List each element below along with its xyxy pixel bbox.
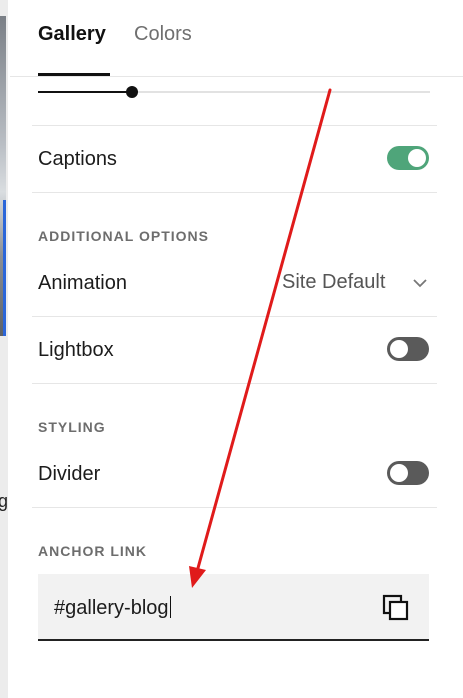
tab-colors[interactable]: Colors <box>134 23 192 46</box>
text-caret <box>169 596 171 618</box>
divider-label: Divider <box>38 463 101 485</box>
anchor-link-input[interactable]: #gallery-blog <box>38 574 429 641</box>
divider <box>32 192 437 193</box>
divider-toggle[interactable] <box>387 461 429 485</box>
animation-select[interactable]: Site Default <box>282 271 432 297</box>
lightbox-toggle[interactable] <box>387 337 429 361</box>
divider <box>32 507 437 508</box>
slider-fill <box>38 91 133 93</box>
section-label-anchor-link: ANCHOR LINK <box>38 543 147 559</box>
captions-label: Captions <box>38 148 117 170</box>
lightbox-label: Lightbox <box>38 339 114 361</box>
toggle-knob <box>390 464 408 482</box>
background-partial-text: g <box>0 491 9 511</box>
toggle-knob <box>390 340 408 358</box>
anchor-link-text: #gallery-blog <box>54 597 169 619</box>
anchor-link-value: #gallery-blog <box>54 596 171 620</box>
section-label-additional-options: ADDITIONAL OPTIONS <box>38 228 209 244</box>
slider-handle[interactable] <box>126 86 139 98</box>
tab-gallery[interactable]: Gallery <box>38 23 106 46</box>
divider <box>32 383 437 384</box>
section-label-styling: STYLING <box>38 419 106 435</box>
animation-select-value: Site Default <box>282 271 386 293</box>
active-tab-indicator <box>38 73 110 76</box>
panel-tabs: Gallery Colors <box>10 0 463 77</box>
animation-label: Animation <box>38 272 127 294</box>
copy-icon[interactable] <box>382 594 410 622</box>
gallery-settings-panel: Gallery Colors Captions ADDITIONAL OPTIO… <box>10 0 463 698</box>
divider <box>32 125 437 126</box>
toggle-knob <box>408 149 426 167</box>
chevron-down-icon <box>413 279 427 288</box>
captions-toggle[interactable] <box>387 146 429 170</box>
divider <box>32 316 437 317</box>
background-selection-accent <box>3 200 6 336</box>
